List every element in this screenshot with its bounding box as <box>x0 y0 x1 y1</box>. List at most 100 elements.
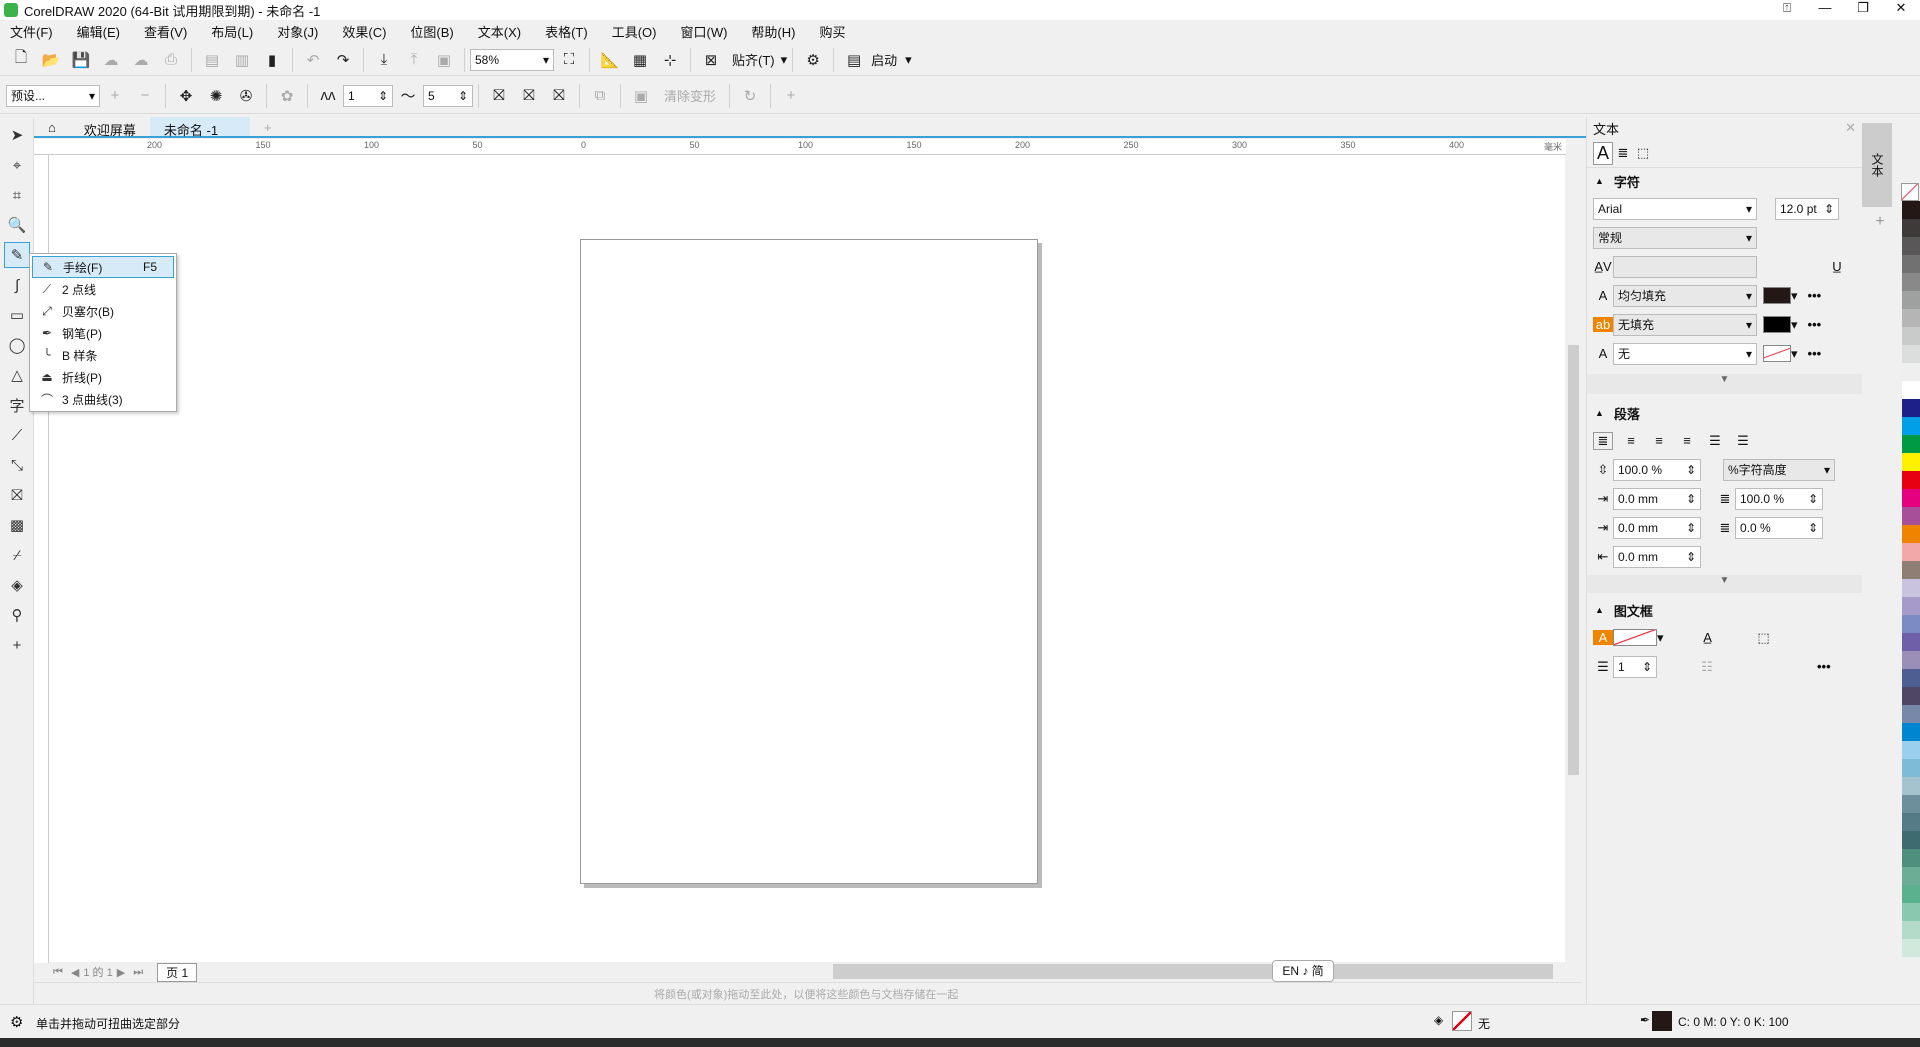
flyout-item-bezier[interactable]: ⤢ 贝塞尔(B) <box>32 300 174 322</box>
background-fill-select[interactable]: 无填充 ▾ <box>1613 313 1757 336</box>
color-swatch[interactable] <box>1902 831 1920 849</box>
close-docker-icon[interactable]: ✕ <box>1845 120 1856 136</box>
menu-file[interactable]: 文件(F) <box>10 22 53 41</box>
first-page-icon[interactable]: ⏮ <box>53 966 63 979</box>
zoom-level-select[interactable]: 58% ▾ <box>470 48 554 71</box>
color-swatch[interactable] <box>1902 381 1920 399</box>
connector-tool-icon[interactable]: ⤡ <box>4 452 30 478</box>
smart-fill-tool-icon[interactable]: ⚲ <box>4 602 30 628</box>
character-tab-icon[interactable]: A <box>1593 141 1613 165</box>
outline-swatch[interactable] <box>1652 1011 1672 1031</box>
chevron-down-icon[interactable]: ▾ <box>1791 288 1798 304</box>
amplitude-stepper[interactable]: 1 ⇕ <box>343 84 393 107</box>
color-swatch[interactable] <box>1902 453 1920 471</box>
cloud-upload-icon[interactable]: ☁ <box>129 48 153 72</box>
cloud-download-icon[interactable]: ☁ <box>99 48 123 72</box>
frame-color-swatch[interactable] <box>1613 629 1657 646</box>
zoom-tool-icon[interactable]: 🔍 <box>4 212 30 238</box>
copy-distortion-icon[interactable]: ⧉ <box>588 84 612 108</box>
open-icon[interactable]: 📂 <box>39 48 63 72</box>
minimize-button[interactable]: — <box>1806 0 1844 16</box>
color-swatch[interactable] <box>1902 669 1920 687</box>
grid-icon[interactable]: ▦ <box>628 48 652 72</box>
tab-welcome-screen[interactable]: 欢迎屏幕 <box>70 117 150 138</box>
color-swatch[interactable] <box>1902 615 1920 633</box>
frame-tab-icon[interactable]: ⬚ <box>1633 145 1653 161</box>
font-size-stepper[interactable]: 12.0 pt ⇕ <box>1775 197 1839 220</box>
menu-object[interactable]: 对象(J) <box>277 22 318 41</box>
add-docker-icon[interactable]: + <box>1862 213 1898 231</box>
color-swatch[interactable] <box>1902 309 1920 327</box>
more-icon[interactable]: ••• <box>1808 346 1822 361</box>
prev-page-icon[interactable]: ◀ <box>71 966 79 979</box>
expand-paragraph-icon[interactable]: ▼ <box>1587 575 1862 593</box>
flyout-item-bspline[interactable]: ╰ B 样条 <box>32 344 174 366</box>
force-justify-icon[interactable]: ☰ <box>1733 433 1753 449</box>
new-tab-button[interactable]: + <box>250 117 286 136</box>
flyout-item-three-point-curve[interactable]: ⌒ 3 点曲线(3) <box>32 388 174 410</box>
color-swatch[interactable] <box>1902 201 1920 219</box>
rectangle-tool-icon[interactable]: ▭ <box>4 302 30 328</box>
document-page[interactable] <box>580 239 1038 884</box>
background-color-swatch[interactable] <box>1763 316 1791 333</box>
save-icon[interactable]: 💾 <box>69 48 93 72</box>
undo-icon[interactable]: ↶ <box>301 48 325 72</box>
color-swatch[interactable] <box>1902 867 1920 885</box>
spacing-unit-select[interactable]: %字符高度 ▾ <box>1723 458 1835 481</box>
menu-layout[interactable]: 布局(L) <box>211 22 253 41</box>
artistic-media-tool-icon[interactable]: ∫ <box>4 272 30 298</box>
close-button[interactable]: ✕ <box>1882 0 1920 16</box>
new-document-icon[interactable]: 🗋 <box>9 48 33 72</box>
color-swatch[interactable] <box>1902 507 1920 525</box>
fill-swatch[interactable] <box>1452 1011 1472 1031</box>
expand-character-icon[interactable]: ▼ <box>1587 374 1862 394</box>
color-swatch[interactable] <box>1902 939 1920 957</box>
center-distortion-icon[interactable]: ✿ <box>275 84 299 108</box>
align-center-icon[interactable]: ≡ <box>1649 433 1669 448</box>
no-color-swatch[interactable] <box>1901 183 1919 201</box>
help-window-button[interactable]: ⍐ <box>1768 0 1806 16</box>
color-swatch[interactable] <box>1902 759 1920 777</box>
fill-type-select[interactable]: 均匀填充 ▾ <box>1613 284 1757 307</box>
color-swatch[interactable] <box>1902 489 1920 507</box>
color-swatch[interactable] <box>1902 651 1920 669</box>
interactive-fill-tool-icon[interactable]: ◈ <box>4 572 30 598</box>
color-swatch[interactable] <box>1902 237 1920 255</box>
color-swatch[interactable] <box>1902 417 1920 435</box>
menu-window[interactable]: 窗口(W) <box>680 22 727 41</box>
left-indent-stepper[interactable]: 0.0 mm ⇕ <box>1613 516 1701 539</box>
font-select[interactable]: Arial ▾ <box>1593 197 1757 220</box>
drawing-canvas[interactable] <box>49 155 1565 963</box>
push-pull-distortion-icon[interactable]: ✥ <box>174 84 198 108</box>
align-right-icon[interactable]: ≡ <box>1677 433 1697 448</box>
ellipse-tool-icon[interactable]: ◯ <box>4 332 30 358</box>
smooth-distortion-icon[interactable]: ⛝ <box>517 84 541 108</box>
menu-edit[interactable]: 编辑(E) <box>77 22 120 41</box>
ime-indicator[interactable]: EN ♪ 简 <box>1272 960 1334 982</box>
launch-dropdown[interactable]: 启动 <box>871 50 897 69</box>
clear-distortion-icon[interactable]: ▣ <box>629 84 653 108</box>
color-swatch[interactable] <box>1902 741 1920 759</box>
outline-color-swatch[interactable] <box>1763 345 1791 362</box>
crop-tool-icon[interactable]: ⌗ <box>4 182 30 208</box>
color-swatch[interactable] <box>1902 795 1920 813</box>
remove-preset-icon[interactable]: − <box>133 84 157 108</box>
menu-text[interactable]: 文本(X) <box>478 22 521 41</box>
page-tab[interactable]: 页 1 <box>157 962 198 982</box>
color-swatch[interactable] <box>1902 885 1920 903</box>
color-swatch[interactable] <box>1902 435 1920 453</box>
word-spacing-stepper[interactable]: 0.0 % ⇕ <box>1735 516 1823 539</box>
cut-icon[interactable]: ▤ <box>200 48 224 72</box>
color-swatch[interactable] <box>1902 921 1920 939</box>
rulers-icon[interactable]: 📐 <box>598 48 622 72</box>
menu-effects[interactable]: 效果(C) <box>342 22 386 41</box>
color-swatch[interactable] <box>1902 687 1920 705</box>
paragraph-tab-icon[interactable]: ≣ <box>1613 145 1633 161</box>
flyout-item-freehand[interactable]: ✎ 手绘(F) F5 <box>32 256 174 278</box>
char-spacing-stepper[interactable]: 100.0 % ⇕ <box>1735 487 1823 510</box>
docker-tab-text[interactable]: 文本 <box>1862 123 1892 207</box>
frequency-stepper[interactable]: 5 ⇕ <box>423 84 473 107</box>
color-swatch[interactable] <box>1902 849 1920 867</box>
parallel-dimension-tool-icon[interactable]: ⟋ <box>4 422 30 448</box>
column-settings-icon[interactable]: ☷ <box>1697 659 1717 675</box>
